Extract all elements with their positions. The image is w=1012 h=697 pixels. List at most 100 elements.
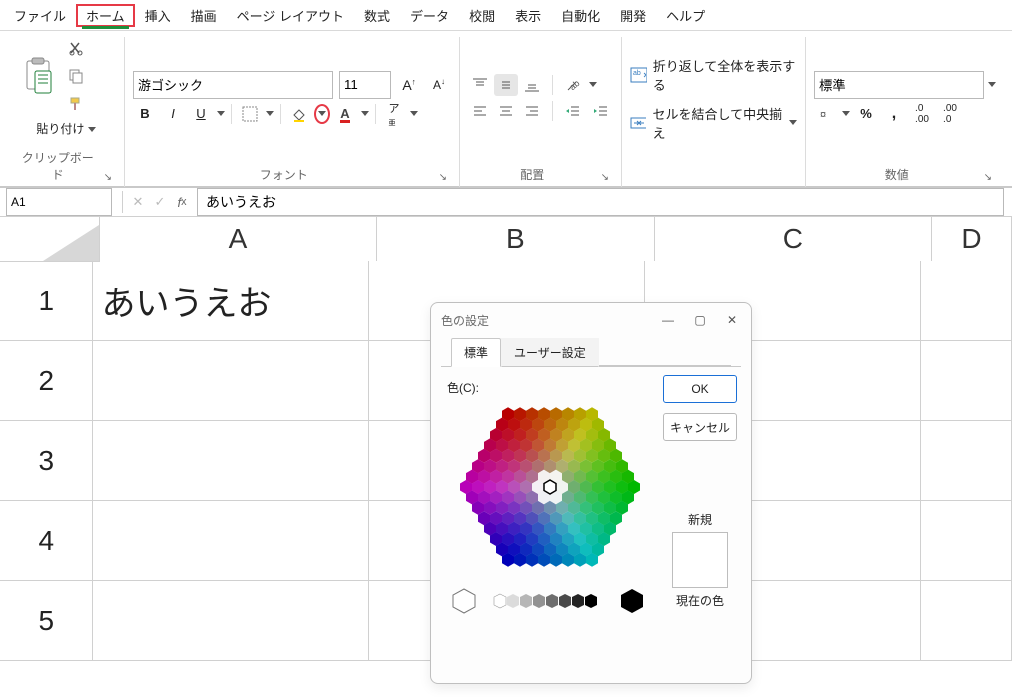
row-header-5[interactable]: 5 <box>0 581 93 661</box>
menu-view[interactable]: 表示 <box>505 4 551 27</box>
paste-button[interactable] <box>16 52 60 100</box>
col-header-B[interactable]: B <box>377 217 654 262</box>
cell-A5[interactable] <box>93 581 369 661</box>
menu-bar: ファイル ホーム 挿入 描画 ページ レイアウト 数式 データ 校閲 表示 自動… <box>0 0 1012 31</box>
number-format-dropdown[interactable] <box>988 74 996 96</box>
name-box[interactable] <box>6 188 112 216</box>
menu-help[interactable]: ヘルプ <box>656 4 715 27</box>
alignment-launcher[interactable]: ↘ <box>601 172 613 187</box>
currency-dropdown[interactable] <box>842 103 850 125</box>
cell-A2[interactable] <box>93 341 369 421</box>
col-header-A[interactable]: A <box>100 217 377 262</box>
merge-dropdown[interactable] <box>789 112 797 134</box>
align-center-icon[interactable] <box>494 100 518 122</box>
ribbon-group-clipboard: 貼り付け クリップボード ↘ <box>8 37 125 187</box>
ribbon-group-number: ¤ % , .0.00 .00.0 数値 ↘ <box>806 37 1004 187</box>
menu-automate[interactable]: 自動化 <box>551 4 610 27</box>
menu-draw[interactable]: 描画 <box>181 4 227 27</box>
menu-review[interactable]: 校閲 <box>459 4 505 27</box>
cell-D4[interactable] <box>921 501 1012 581</box>
number-format-select[interactable] <box>814 71 984 99</box>
copy-button[interactable] <box>64 65 88 87</box>
cancel-formula-icon[interactable]: ✕ <box>127 191 149 213</box>
number-launcher[interactable]: ↘ <box>984 172 996 187</box>
row-header-4[interactable]: 4 <box>0 501 93 581</box>
font-color-dropdown[interactable] <box>361 103 369 125</box>
border-button[interactable] <box>238 103 262 125</box>
orientation-dropdown[interactable] <box>589 74 597 96</box>
fx-icon[interactable]: fx <box>171 191 193 213</box>
cancel-button[interactable]: キャンセル <box>663 413 737 441</box>
font-name-select[interactable] <box>133 71 333 99</box>
merge-center-button[interactable]: セルを結合して中央揃え <box>630 104 797 142</box>
formula-bar-row: ✕ ✓ fx <box>0 188 1012 217</box>
menu-page-layout[interactable]: ページ レイアウト <box>227 4 354 27</box>
ok-button[interactable]: OK <box>663 375 737 403</box>
fill-color-button[interactable] <box>287 103 311 125</box>
large-black-hex-icon[interactable] <box>619 588 645 614</box>
dialog-tab-custom[interactable]: ユーザー設定 <box>501 338 599 367</box>
align-left-icon[interactable] <box>468 100 492 122</box>
italic-button[interactable]: I <box>161 103 185 125</box>
font-launcher[interactable]: ↘ <box>439 172 451 187</box>
increase-decimal-icon[interactable]: .0.00 <box>910 103 934 125</box>
menu-home[interactable]: ホーム <box>76 4 135 27</box>
cut-button[interactable] <box>64 37 88 59</box>
currency-button[interactable]: ¤ <box>814 103 838 125</box>
increase-font-icon[interactable]: A↑ <box>397 74 421 96</box>
fill-color-dropdown[interactable] <box>315 105 329 123</box>
decrease-indent-icon[interactable] <box>561 100 585 122</box>
grayscale-ramp[interactable] <box>493 593 603 609</box>
format-painter-button[interactable] <box>64 93 88 115</box>
dialog-tab-standard[interactable]: 標準 <box>451 338 501 367</box>
select-all-corner[interactable] <box>0 217 100 262</box>
menu-formulas[interactable]: 数式 <box>354 4 400 27</box>
comma-button[interactable]: , <box>882 103 906 125</box>
underline-dropdown[interactable] <box>217 103 225 125</box>
row-header-2[interactable]: 2 <box>0 341 93 421</box>
decrease-font-icon[interactable]: A↓ <box>427 74 451 96</box>
large-white-hex-icon[interactable] <box>451 588 477 614</box>
align-right-icon[interactable] <box>520 100 544 122</box>
row-header-1[interactable]: 1 <box>0 261 93 341</box>
border-dropdown[interactable] <box>266 103 274 125</box>
menu-data[interactable]: データ <box>400 4 459 27</box>
cell-A3[interactable] <box>93 421 369 501</box>
dialog-close-icon[interactable]: ✕ <box>723 311 741 329</box>
svg-text:¤: ¤ <box>820 109 826 121</box>
row-header-3[interactable]: 3 <box>0 421 93 501</box>
cell-D2[interactable] <box>921 341 1012 421</box>
cell-D3[interactable] <box>921 421 1012 501</box>
increase-indent-icon[interactable] <box>589 100 613 122</box>
bold-button[interactable]: B <box>133 103 157 125</box>
clipboard-launcher[interactable]: ↘ <box>104 172 116 187</box>
phonetic-button[interactable]: ア亜 <box>382 103 406 125</box>
orientation-button[interactable]: ab <box>561 74 585 96</box>
font-group-label: フォント <box>260 162 308 187</box>
wrap-text-button[interactable]: ab 折り返して全体を表示する <box>630 56 797 94</box>
font-size-select[interactable] <box>339 71 391 99</box>
percent-button[interactable]: % <box>854 103 878 125</box>
font-color-button[interactable]: A <box>333 103 357 125</box>
menu-insert[interactable]: 挿入 <box>135 4 181 27</box>
align-middle-icon[interactable] <box>494 74 518 96</box>
formula-input[interactable] <box>197 188 1004 216</box>
underline-button[interactable]: U <box>189 103 213 125</box>
align-top-icon[interactable] <box>468 74 492 96</box>
dialog-maximize-icon[interactable]: ▢ <box>691 311 709 329</box>
cell-A4[interactable] <box>93 501 369 581</box>
enter-formula-icon[interactable]: ✓ <box>149 191 171 213</box>
cell-D5[interactable] <box>921 581 1012 661</box>
menu-developer[interactable]: 開発 <box>610 4 656 27</box>
dialog-minimize-icon[interactable]: — <box>659 311 677 329</box>
col-header-C[interactable]: C <box>655 217 932 262</box>
phonetic-dropdown[interactable] <box>410 103 418 125</box>
menu-file[interactable]: ファイル <box>4 4 76 27</box>
cell-A1[interactable]: あいうえお <box>93 261 369 341</box>
paste-dropdown[interactable] <box>88 119 96 141</box>
decrease-decimal-icon[interactable]: .00.0 <box>938 103 962 125</box>
color-hex-picker[interactable] <box>450 402 650 572</box>
col-header-D[interactable]: D <box>932 217 1012 262</box>
align-bottom-icon[interactable] <box>520 74 544 96</box>
cell-D1[interactable] <box>921 261 1012 341</box>
